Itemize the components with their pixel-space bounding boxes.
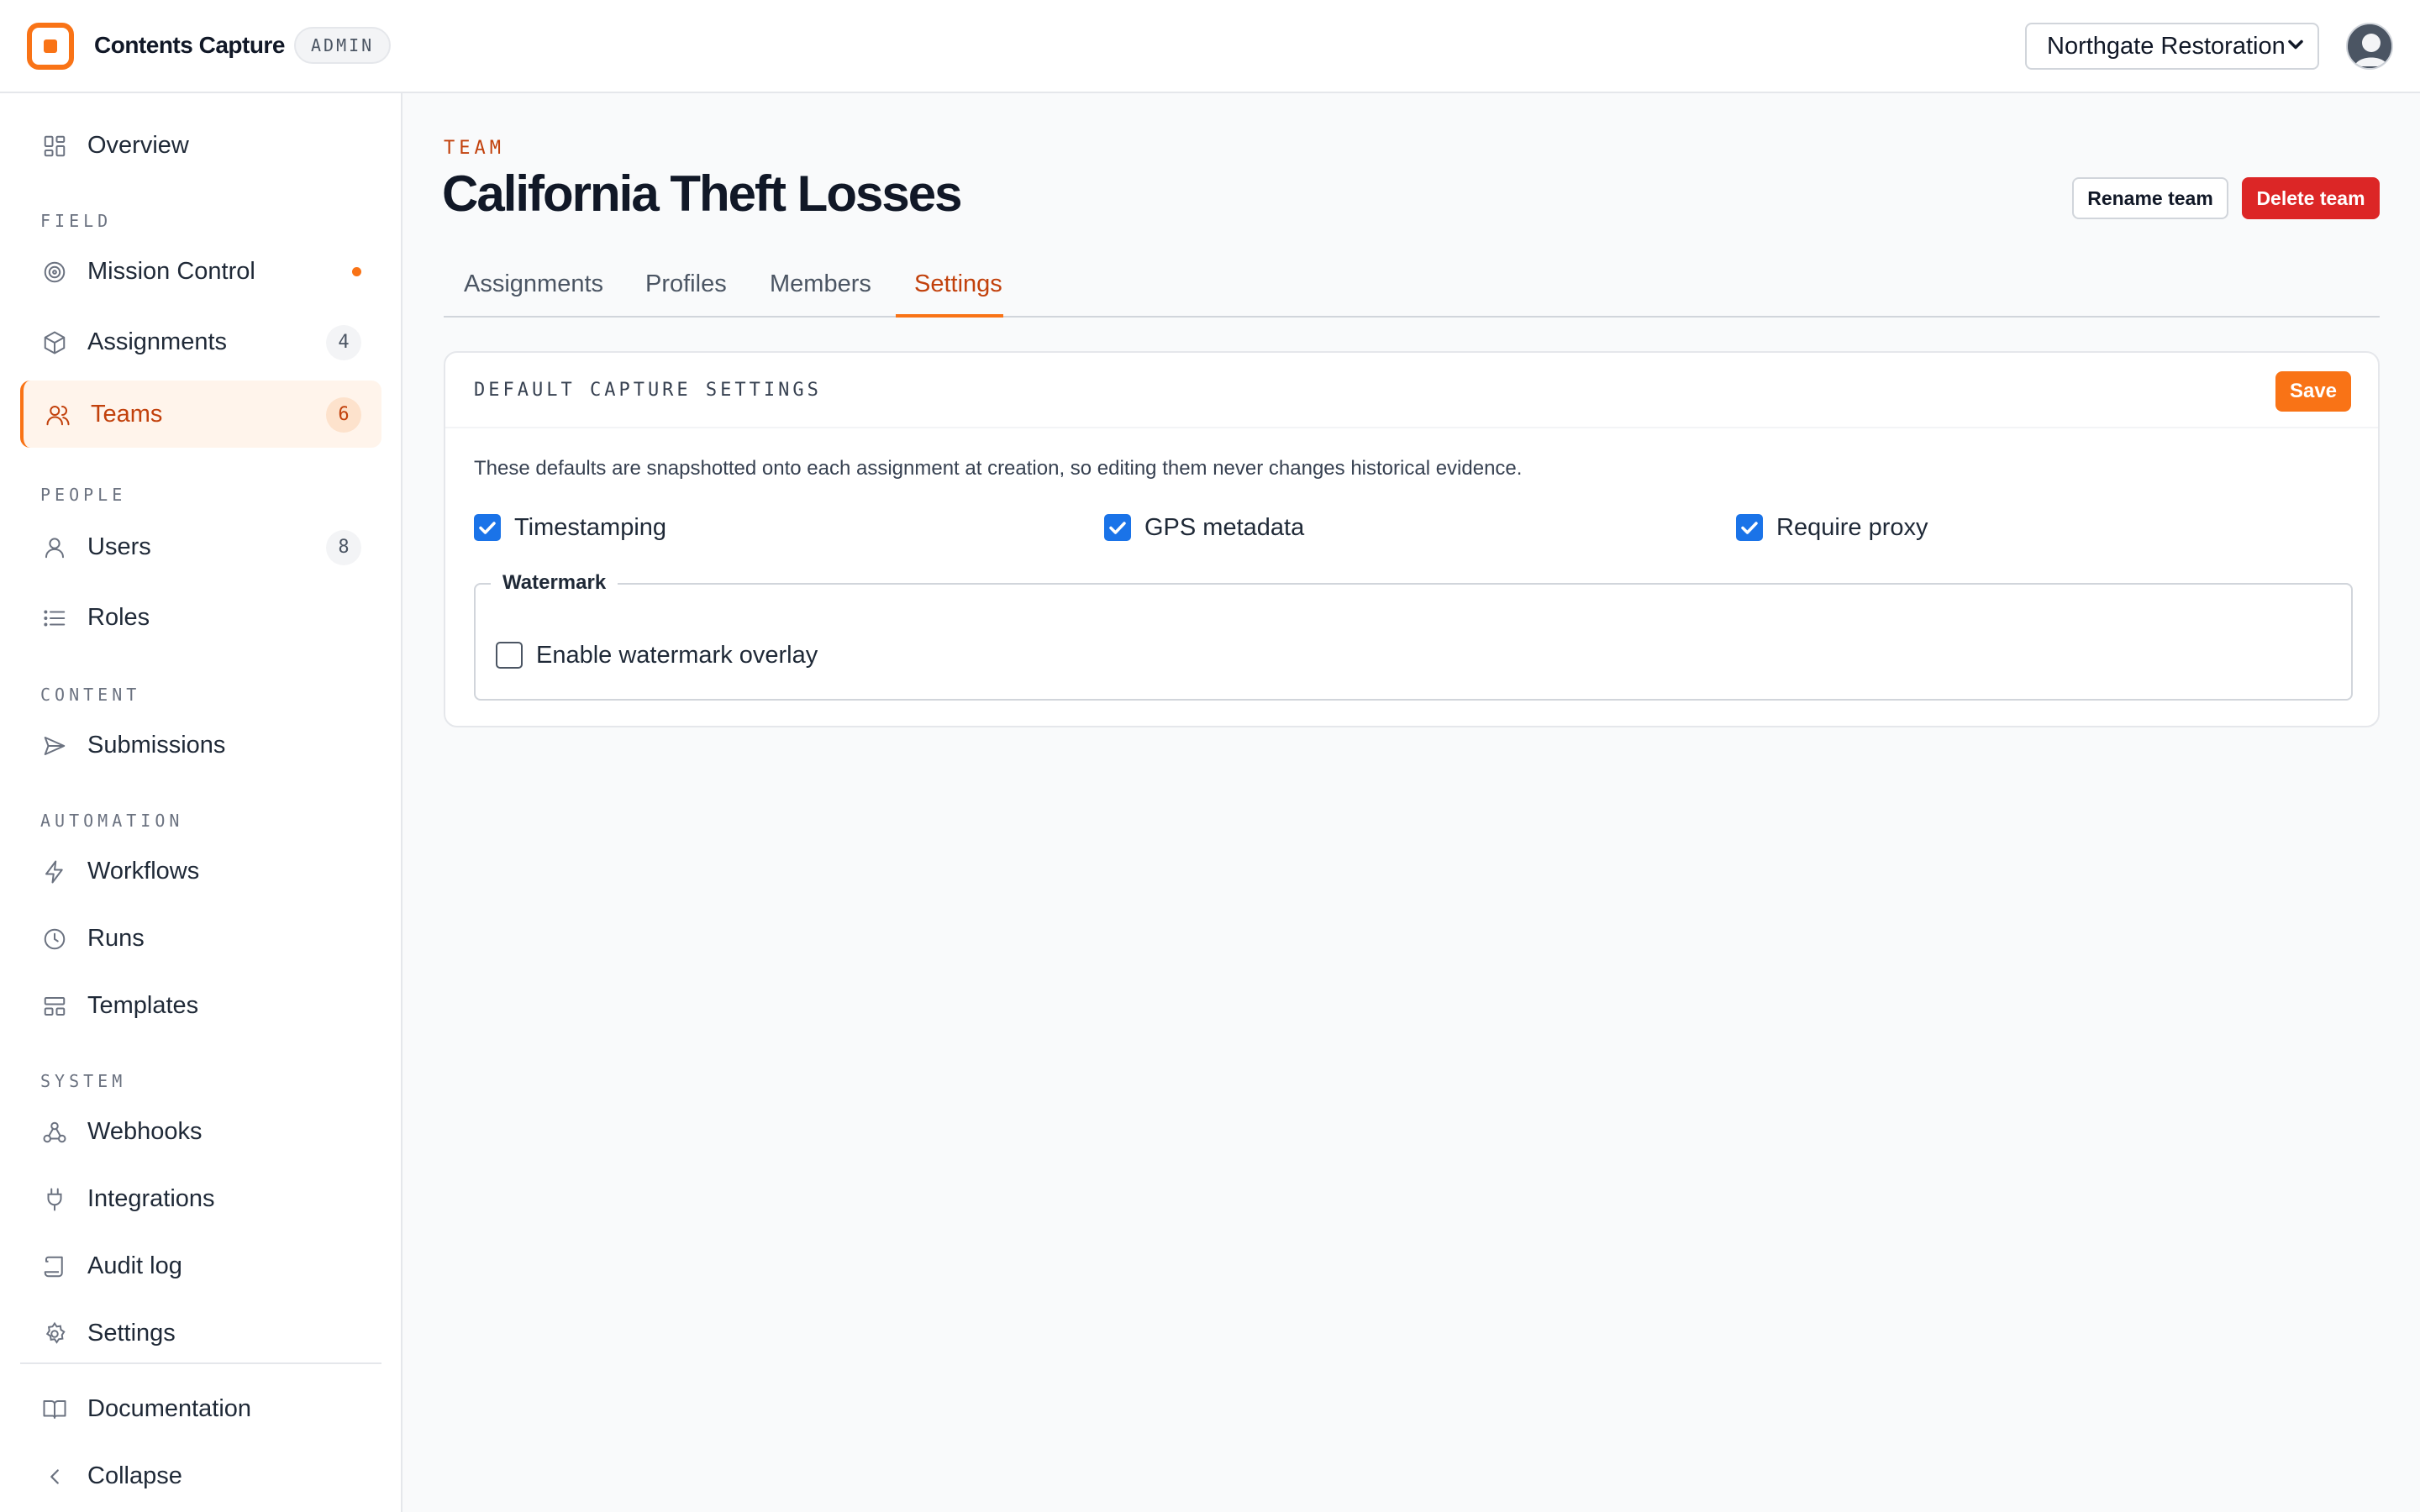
- sidebar-item-overview[interactable]: Overview: [20, 112, 381, 179]
- sidebar-item-roles[interactable]: Roles: [20, 584, 381, 651]
- organization-select[interactable]: Northgate Restoration: [2025, 23, 2319, 70]
- layout-icon: [44, 997, 66, 1016]
- chevron-down-icon: [2288, 39, 2303, 50]
- section-label-field: FIELD: [40, 211, 113, 231]
- send-icon: [44, 737, 66, 755]
- check-icon: [1109, 522, 1126, 534]
- avatar[interactable]: [2346, 23, 2393, 70]
- sidebar-divider: [20, 1362, 381, 1364]
- sidebar-item-teams[interactable]: Teams 6: [20, 381, 381, 448]
- user-icon: [45, 538, 64, 559]
- active-tab-indicator: [896, 314, 1003, 318]
- capture-settings-card: DEFAULT CAPTURE SETTINGS Save These defa…: [444, 351, 2380, 727]
- card-header: DEFAULT CAPTURE SETTINGS Save: [445, 353, 2378, 428]
- sidebar: Overview FIELD Mission Control Assignmen…: [0, 93, 402, 1512]
- sidebar-item-label: Integrations: [87, 1185, 215, 1212]
- webhook-icon: [43, 1121, 66, 1143]
- count-badge: 6: [326, 397, 361, 433]
- count-badge: 8: [326, 530, 361, 565]
- sidebar-item-webhooks[interactable]: Webhooks: [20, 1098, 381, 1165]
- sidebar-item-workflows[interactable]: Workflows: [20, 837, 381, 905]
- sidebar-item-label: Runs: [87, 925, 145, 952]
- sidebar-item-label: Webhooks: [87, 1118, 203, 1145]
- sidebar-item-assignments[interactable]: Assignments 4: [20, 308, 381, 375]
- sidebar-item-label: Teams: [91, 401, 163, 428]
- watermark-fieldset: Watermark Enable watermark overlay: [474, 571, 2353, 701]
- app-brand: Contents Capture: [94, 32, 285, 58]
- tab-bar: Assignments Profiles Members Settings: [444, 252, 2380, 318]
- scroll-icon: [44, 1256, 63, 1278]
- logo-icon: [27, 23, 74, 70]
- clock-icon: [44, 928, 66, 950]
- section-label-system: SYSTEM: [40, 1071, 127, 1091]
- sidebar-item-submissions[interactable]: Submissions: [20, 711, 381, 779]
- rename-team-button[interactable]: Rename team: [2072, 177, 2228, 219]
- sidebar-item-audit-log[interactable]: Audit log: [20, 1232, 381, 1299]
- sidebar-item-label: Submissions: [87, 732, 226, 759]
- sidebar-item-label: Overview: [87, 132, 189, 159]
- list-icon: [44, 610, 66, 627]
- tab-members[interactable]: Members: [770, 270, 871, 298]
- sidebar-item-settings[interactable]: Settings: [20, 1299, 381, 1367]
- page-title: California Theft Losses: [442, 165, 962, 222]
- user-avatar-icon: [2348, 24, 2391, 68]
- sidebar-item-templates[interactable]: Templates: [20, 972, 381, 1039]
- users-icon: [46, 406, 70, 426]
- admin-badge: ADMIN: [294, 27, 392, 64]
- sidebar-item-label: Users: [87, 533, 151, 560]
- sidebar-item-label: Assignments: [87, 328, 228, 355]
- sidebar-item-label: Audit log: [87, 1252, 182, 1279]
- page-eyebrow: TEAM: [444, 138, 505, 159]
- tab-assignments[interactable]: Assignments: [464, 270, 603, 298]
- card-title: DEFAULT CAPTURE SETTINGS: [474, 380, 822, 401]
- top-bar: Contents Capture ADMIN Northgate Restora…: [0, 0, 2420, 93]
- sidebar-item-label: Roles: [87, 604, 150, 631]
- check-icon: [1741, 522, 1758, 534]
- sidebar-item-integrations[interactable]: Integrations: [20, 1165, 381, 1232]
- check-icon: [479, 522, 496, 534]
- organization-select-value: Northgate Restoration: [2047, 33, 2286, 60]
- checkbox-label: Enable watermark overlay: [536, 642, 818, 669]
- sidebar-item-mission-control[interactable]: Mission Control: [20, 238, 381, 305]
- delete-team-button[interactable]: Delete team: [2242, 177, 2380, 219]
- plug-icon: [47, 1188, 62, 1211]
- tab-settings[interactable]: Settings: [914, 270, 1002, 298]
- checkbox-checked[interactable]: [474, 514, 501, 541]
- tab-profiles[interactable]: Profiles: [645, 270, 727, 298]
- count-badge: 4: [326, 325, 361, 360]
- section-label-content: CONTENT: [40, 685, 141, 705]
- section-label-automation: AUTOMATION: [40, 811, 184, 831]
- checkbox-checked[interactable]: [1736, 514, 1763, 541]
- lightning-icon: [45, 860, 63, 884]
- checkbox-label: GPS metadata: [1144, 514, 1305, 541]
- status-dot: [352, 267, 361, 276]
- gear-icon: [45, 1321, 66, 1344]
- checkbox-label: Require proxy: [1776, 514, 1928, 541]
- save-button[interactable]: Save: [2275, 371, 2351, 412]
- sidebar-item-label: Mission Control: [87, 258, 255, 285]
- cube-icon: [44, 331, 66, 354]
- section-label-people: PEOPLE: [40, 485, 127, 505]
- chevron-left-icon: [50, 1469, 59, 1484]
- card-description: These defaults are snapshotted onto each…: [474, 457, 1523, 480]
- sidebar-item-label: Workflows: [87, 858, 200, 885]
- sidebar-item-runs[interactable]: Runs: [20, 905, 381, 972]
- book-icon: [43, 1400, 66, 1419]
- sidebar-item-label: Templates: [87, 992, 199, 1019]
- checkbox-unchecked[interactable]: [496, 642, 523, 669]
- grid-icon: [44, 135, 66, 157]
- sidebar-item-label: Documentation: [87, 1395, 252, 1422]
- target-icon: [44, 261, 66, 283]
- sidebar-item-users[interactable]: Users 8: [20, 513, 381, 580]
- checkbox-checked[interactable]: [1104, 514, 1131, 541]
- watermark-legend: Watermark: [491, 571, 618, 595]
- collapse-label: Collapse: [87, 1462, 182, 1489]
- sidebar-item-documentation[interactable]: Documentation: [20, 1375, 381, 1442]
- sidebar-item-label: Settings: [87, 1320, 176, 1347]
- collapse-button[interactable]: Collapse: [20, 1442, 381, 1509]
- checkbox-label: Timestamping: [514, 514, 667, 541]
